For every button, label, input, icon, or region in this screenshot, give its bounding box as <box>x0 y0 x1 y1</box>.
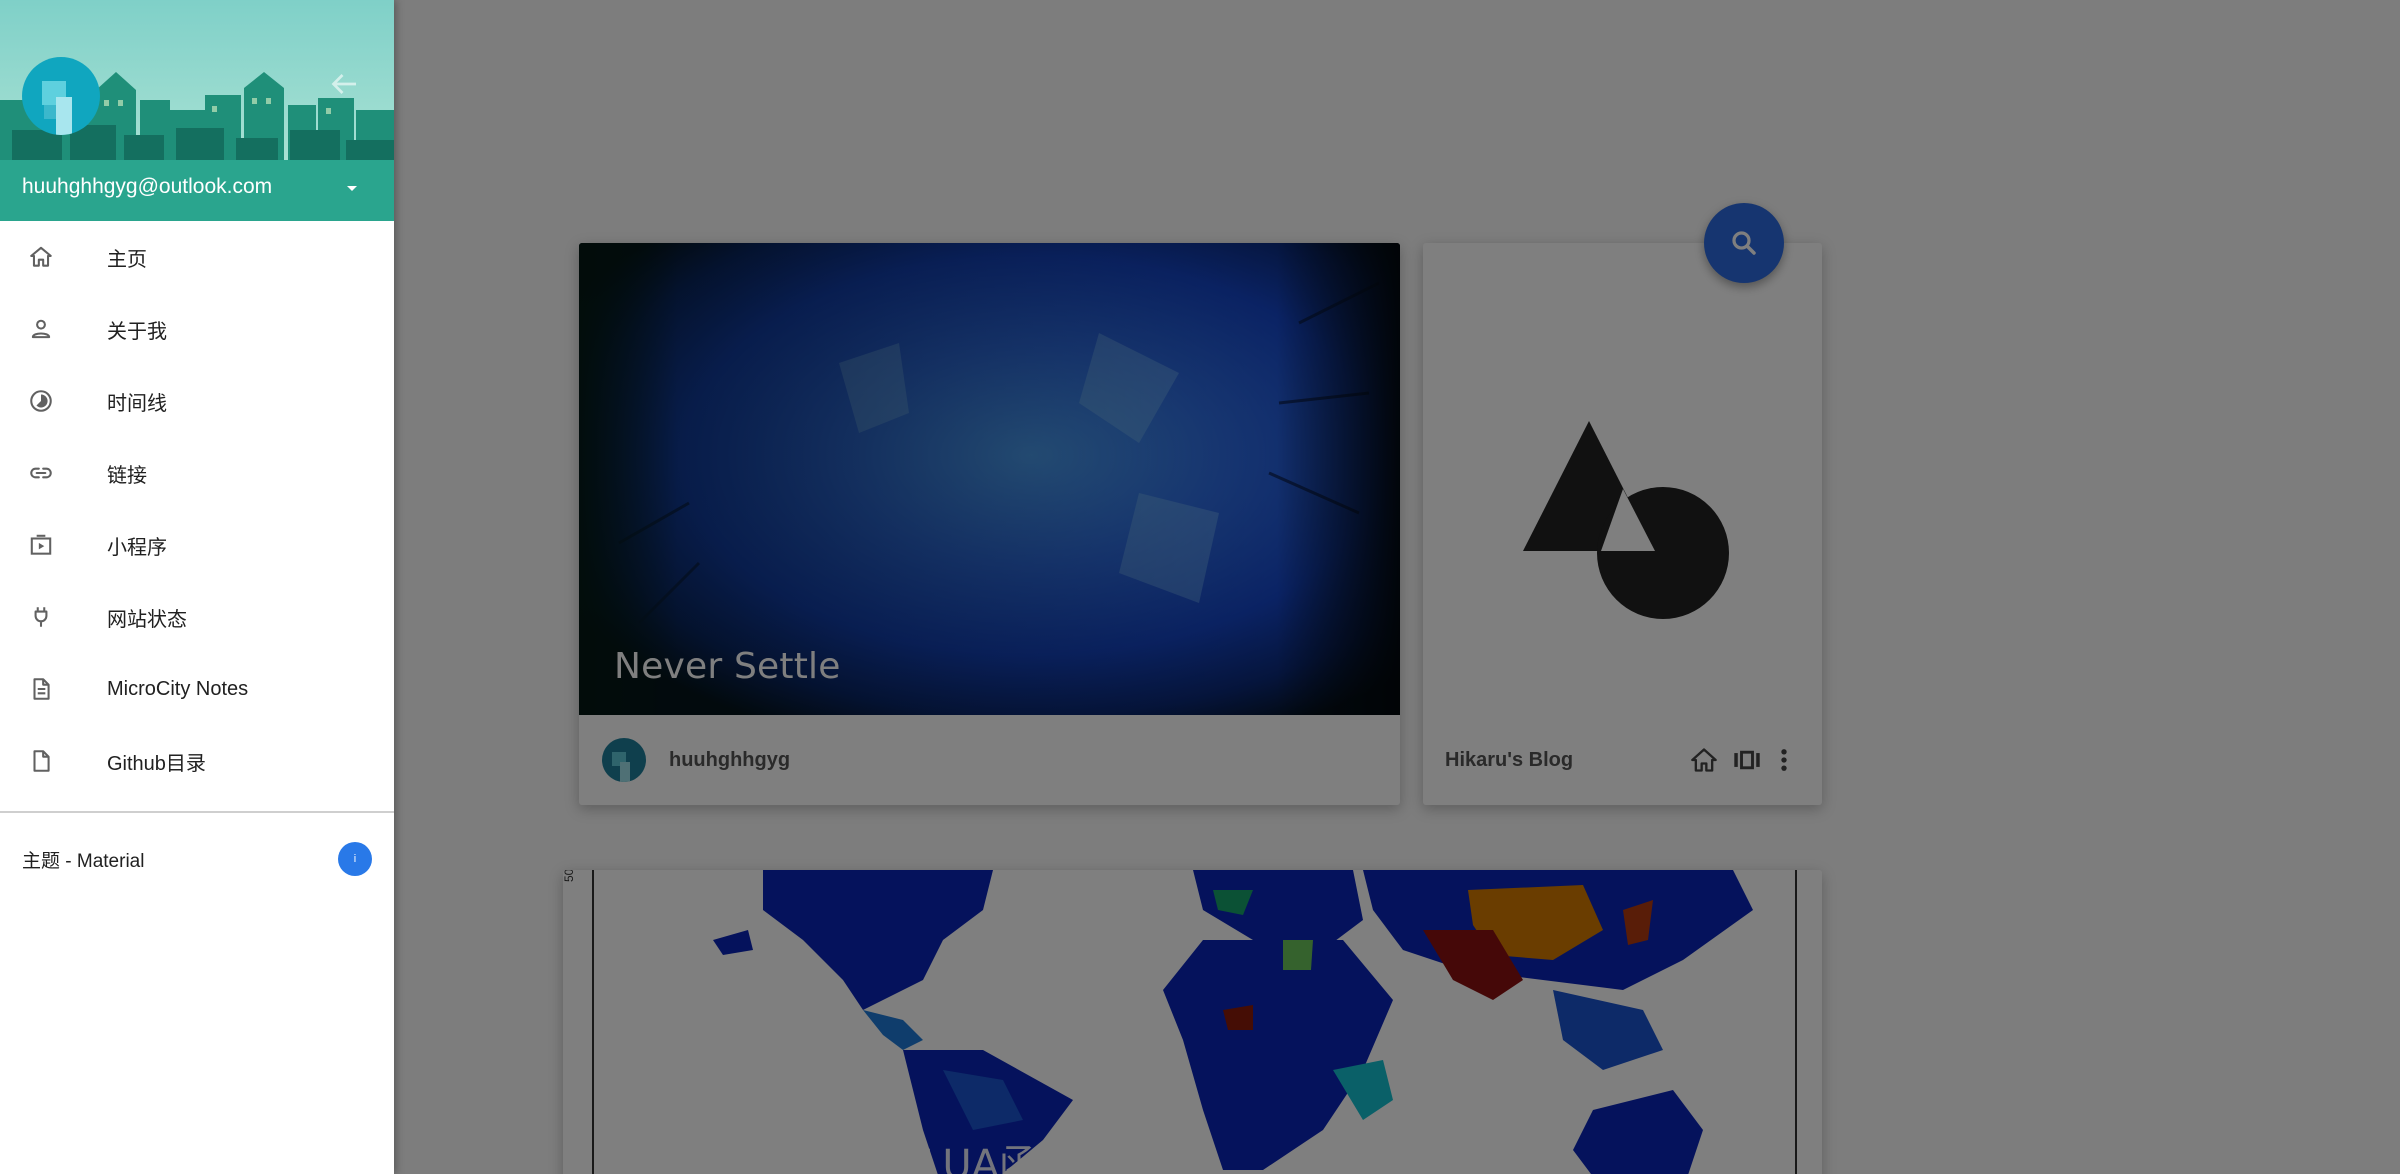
drawer-avatar[interactable] <box>22 57 100 135</box>
nav-item-microcity-notes[interactable]: MicroCity Notes <box>0 653 394 725</box>
link-icon <box>27 459 55 487</box>
account-dropdown-icon[interactable] <box>347 186 357 191</box>
nav-label: 链接 <box>107 464 147 487</box>
nav-item-home[interactable]: 主页 <box>0 221 394 293</box>
theme-info-badge[interactable]: i <box>338 842 372 876</box>
nav-label: 关于我 <box>107 320 167 343</box>
nav-item-timeline[interactable]: 时间线 <box>0 365 394 437</box>
nav-label: 小程序 <box>107 536 167 559</box>
file-icon <box>27 747 55 775</box>
theme-label: 主题 - Material <box>22 850 145 872</box>
nav-item-links[interactable]: 链接 <box>0 437 394 509</box>
drawer-nav: 主页 关于我 时间线 链接 小程序 网站状态 MicroCity Notes G… <box>0 221 394 797</box>
nav-item-github[interactable]: Github目录 <box>0 725 394 797</box>
nav-item-site-status[interactable]: 网站状态 <box>0 581 394 653</box>
account-email[interactable]: huuhghhgyg@outlook.com <box>22 175 272 199</box>
nav-item-about[interactable]: 关于我 <box>0 293 394 365</box>
home-icon <box>27 243 55 271</box>
document-icon <box>27 675 55 703</box>
nav-label: 时间线 <box>107 392 167 415</box>
nav-label: MicroCity Notes <box>107 677 249 700</box>
person-icon <box>27 315 55 343</box>
navigation-drawer: huuhghhgyg@outlook.com 主页 关于我 时间线 链接 小程序… <box>0 0 394 1174</box>
nav-item-miniprogram[interactable]: 小程序 <box>0 509 394 581</box>
nav-label: 主页 <box>107 248 147 271</box>
nav-label: 网站状态 <box>107 608 187 631</box>
nav-label: Github目录 <box>107 752 206 775</box>
timelapse-icon <box>27 387 55 415</box>
plug-icon <box>27 603 55 631</box>
arrow-back-icon[interactable] <box>326 66 362 102</box>
drawer-header: huuhghhgyg@outlook.com <box>0 0 394 221</box>
theme-info[interactable]: 主题 - Material i <box>0 813 394 905</box>
slideshow-icon <box>27 531 55 559</box>
